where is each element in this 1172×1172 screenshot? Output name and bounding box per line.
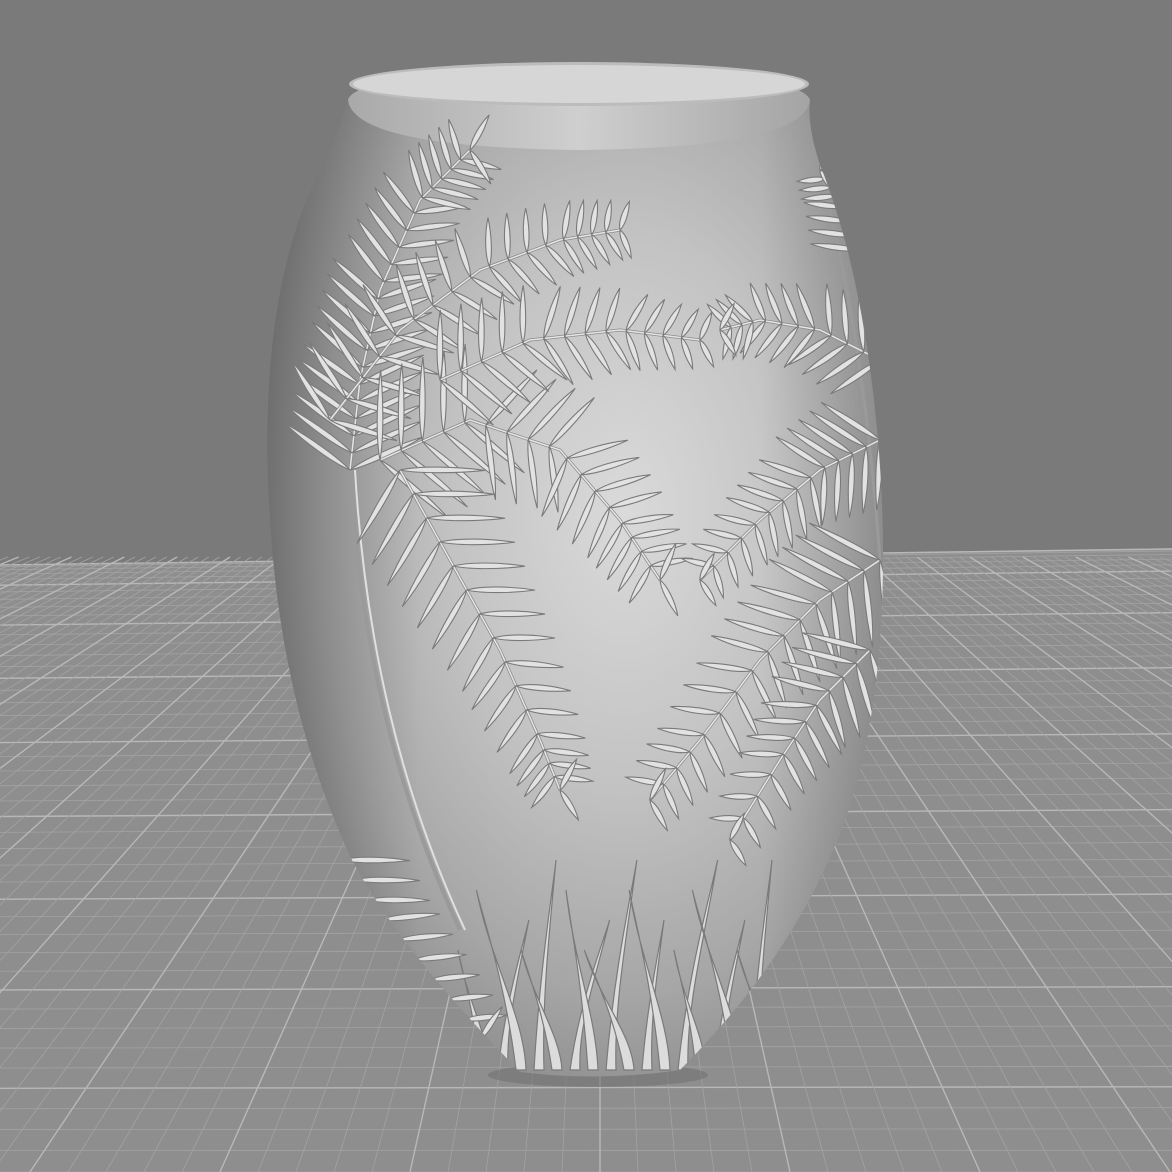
vase-neck [348, 62, 810, 150]
3d-viewport[interactable] [0, 0, 1172, 1172]
